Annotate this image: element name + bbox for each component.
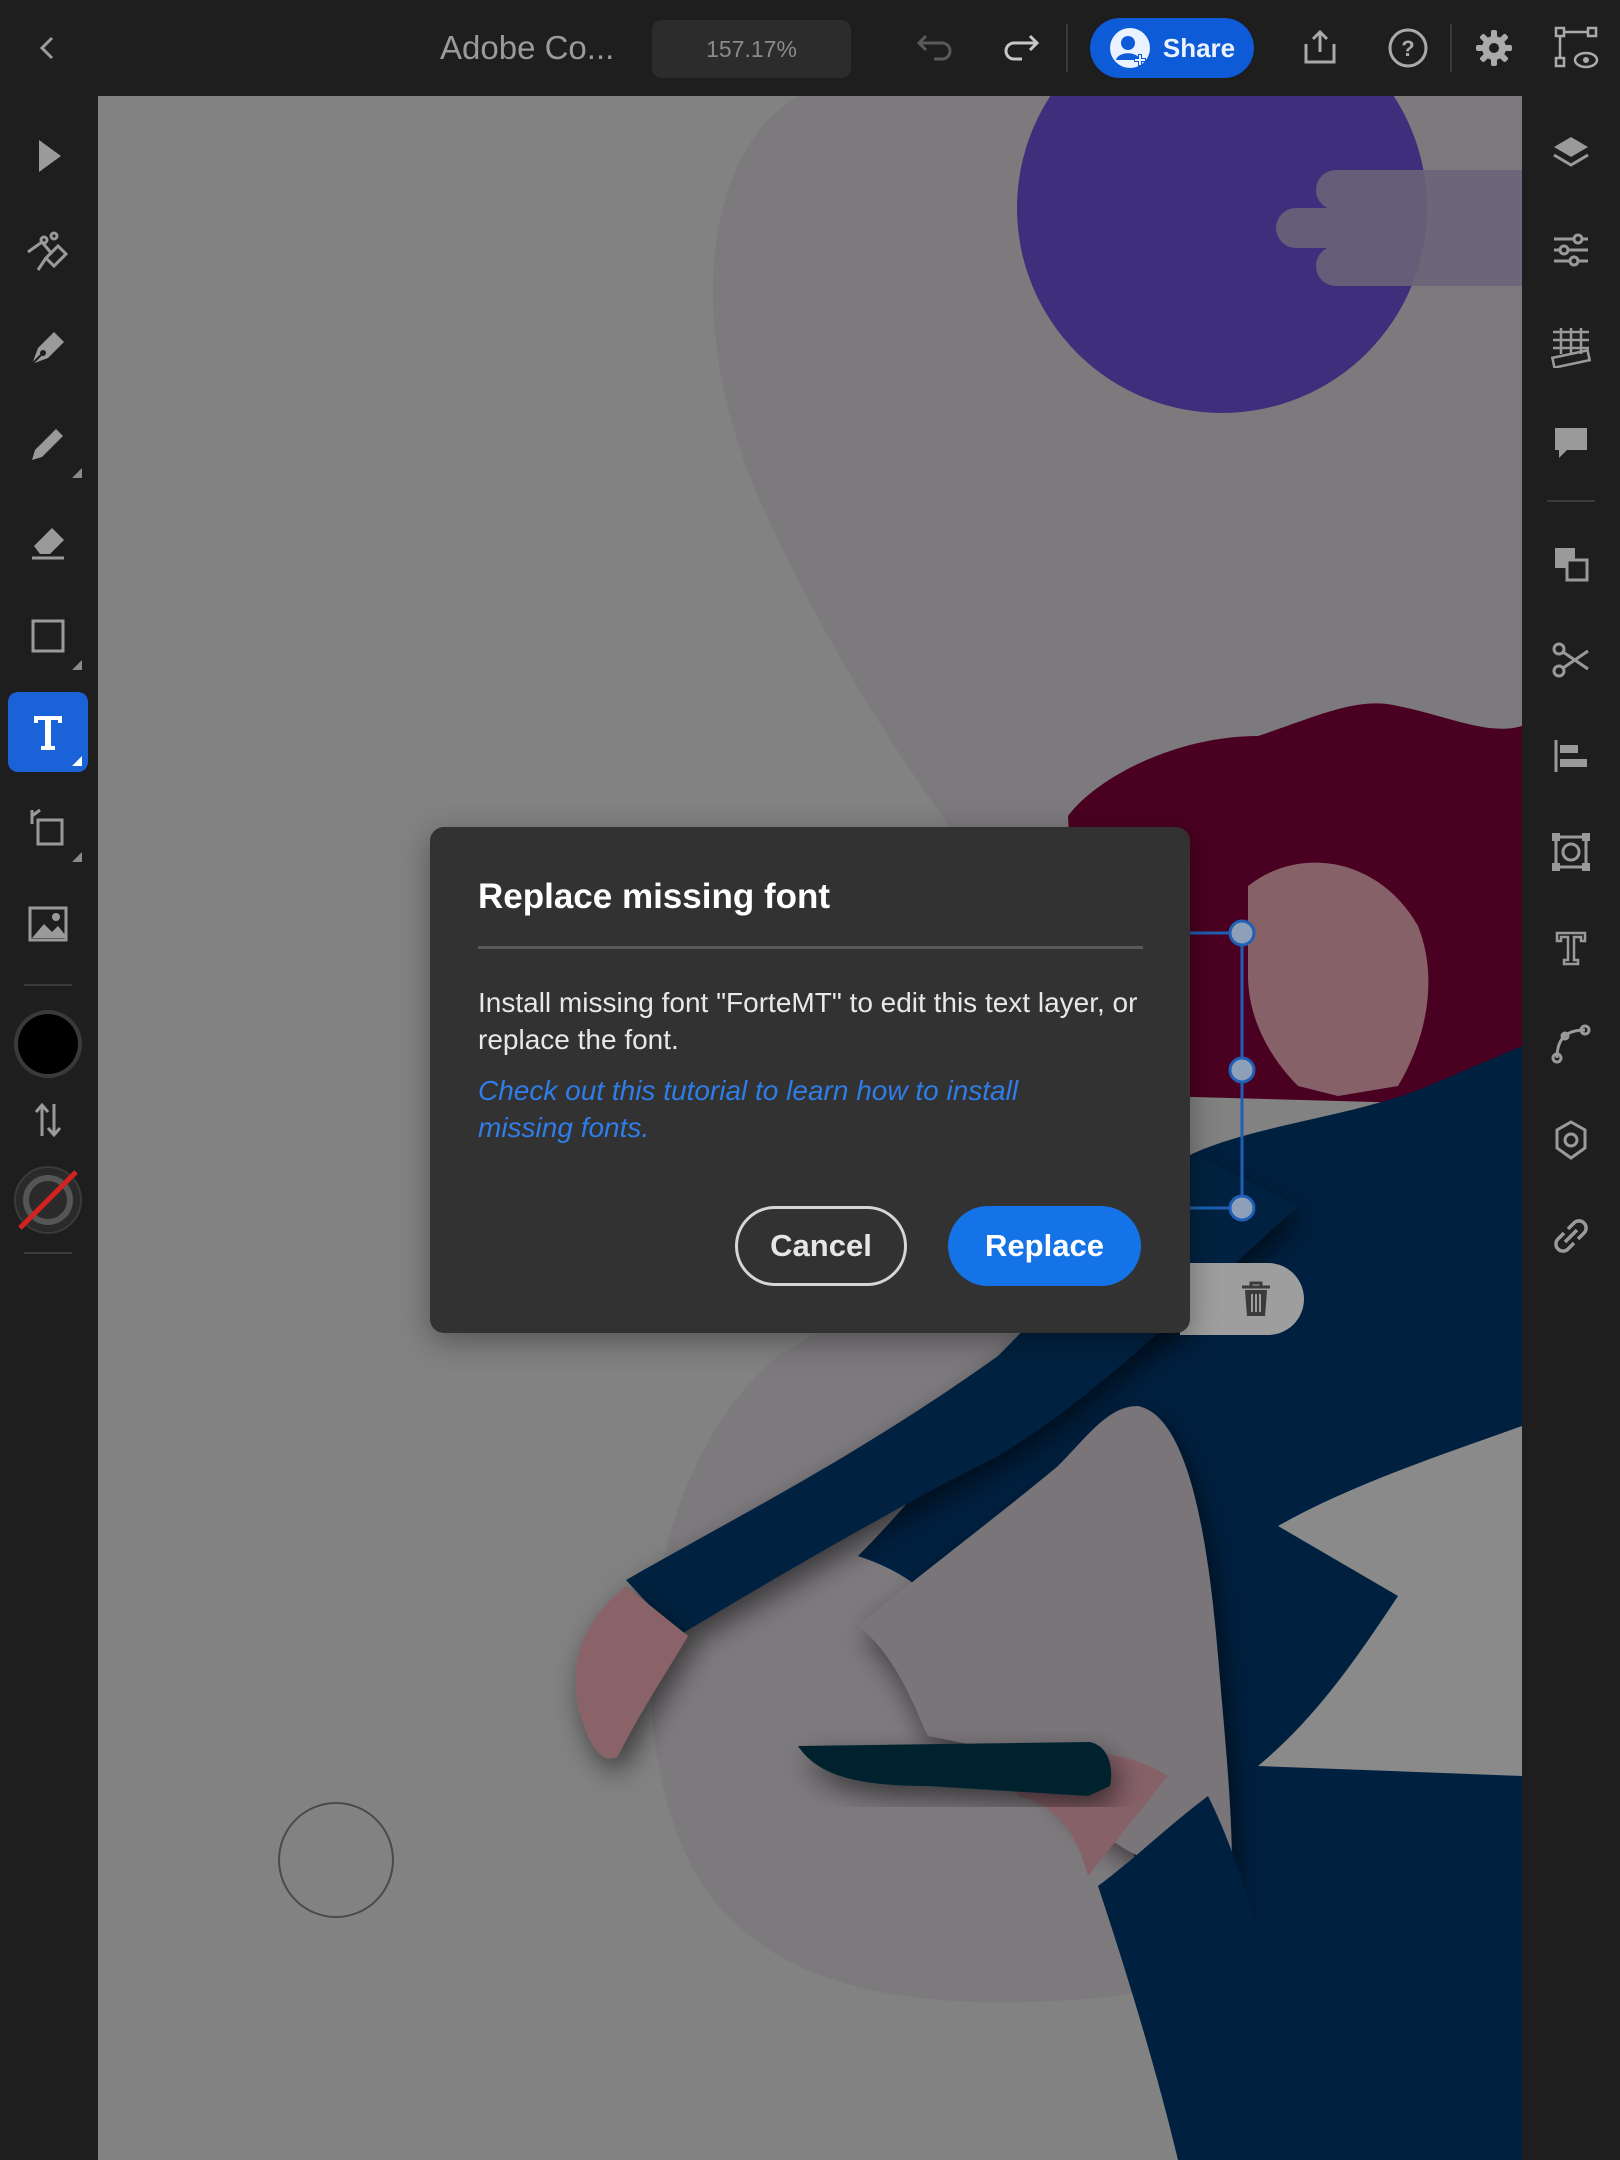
stroke-color-swatch[interactable]	[8, 1160, 88, 1240]
path-icon[interactable]	[1539, 1012, 1603, 1076]
toolbar-divider	[1066, 24, 1068, 72]
pencil-icon	[26, 422, 70, 466]
fill-color-swatch[interactable]	[8, 1004, 88, 1084]
pointer-icon	[31, 136, 65, 176]
replace-button[interactable]: Replace	[948, 1206, 1141, 1286]
back-icon[interactable]	[26, 26, 70, 70]
preview-path-icon[interactable]	[1550, 22, 1602, 74]
link-icon[interactable]	[1539, 1204, 1603, 1268]
scissors-icon[interactable]	[1539, 628, 1603, 692]
tool-options-indicator	[72, 852, 82, 862]
settings-gear-icon[interactable]	[1470, 24, 1518, 72]
swap-arrows-icon	[30, 1100, 66, 1140]
rectangle-tool[interactable]	[8, 596, 88, 676]
top-bar: Adobe Co... 157.17% Share ?	[0, 0, 1620, 96]
dialog-title: Replace missing font	[478, 877, 831, 916]
clip-icon[interactable]	[1539, 820, 1603, 884]
add-person-icon	[1109, 27, 1151, 69]
share-button[interactable]: Share	[1090, 18, 1254, 78]
dialog-message: Install missing font "ForteMT" to edit t…	[478, 987, 1138, 1055]
redo-icon[interactable]	[998, 26, 1046, 70]
layers-icon[interactable]	[1539, 122, 1603, 186]
tool-options-indicator	[72, 468, 82, 478]
pen-tool[interactable]	[8, 308, 88, 388]
trash-icon[interactable]	[1238, 1279, 1274, 1319]
text-tool-icon	[28, 710, 68, 754]
image-tool[interactable]	[8, 884, 88, 964]
pencil-tool[interactable]	[8, 404, 88, 484]
toolbar-divider	[24, 1252, 72, 1254]
transform-icon	[26, 806, 70, 850]
cancel-button[interactable]: Cancel	[735, 1206, 907, 1286]
zoom-level[interactable]: 157.17%	[652, 20, 851, 78]
arrange-icon[interactable]	[1539, 532, 1603, 596]
rectangle-icon	[28, 616, 68, 656]
help-icon[interactable]: ?	[1384, 24, 1432, 72]
properties-icon[interactable]	[1539, 218, 1603, 282]
tool-options-indicator	[72, 756, 82, 766]
vector-brush-tool[interactable]	[8, 212, 88, 292]
tutorial-link[interactable]: Check out this tutorial to learn how to …	[478, 1072, 1038, 1146]
replace-font-dialog: Replace missing font Install missing fon…	[430, 827, 1190, 1333]
toolbar-divider	[1547, 500, 1595, 502]
text-tool[interactable]	[8, 692, 88, 772]
image-icon	[26, 904, 70, 944]
right-toolbar	[1522, 96, 1620, 2160]
eraser-tool[interactable]	[8, 500, 88, 580]
select-tool[interactable]	[8, 116, 88, 196]
swap-colors-button[interactable]	[8, 1080, 88, 1160]
svg-text:?: ?	[1401, 36, 1414, 61]
toolbar-divider	[1450, 24, 1452, 72]
comments-icon[interactable]	[1539, 410, 1603, 474]
left-toolbar	[0, 96, 96, 2160]
document-title[interactable]: Adobe Co...	[440, 24, 614, 72]
eraser-icon	[26, 518, 70, 562]
export-icon[interactable]	[1296, 24, 1344, 72]
share-label: Share	[1162, 32, 1236, 63]
align-icon[interactable]	[1539, 724, 1603, 788]
transform-tool[interactable]	[8, 788, 88, 868]
grid-icon[interactable]	[1539, 314, 1603, 378]
toolbar-divider	[24, 984, 72, 986]
dialog-divider	[478, 946, 1143, 949]
vector-brush-icon	[24, 228, 72, 276]
context-toolbar	[1180, 1263, 1304, 1335]
pen-icon	[26, 326, 70, 370]
repeat-icon[interactable]	[1539, 1108, 1603, 1172]
tool-options-indicator	[72, 660, 82, 670]
undo-icon[interactable]	[910, 26, 958, 70]
text-properties-icon[interactable]	[1539, 916, 1603, 980]
